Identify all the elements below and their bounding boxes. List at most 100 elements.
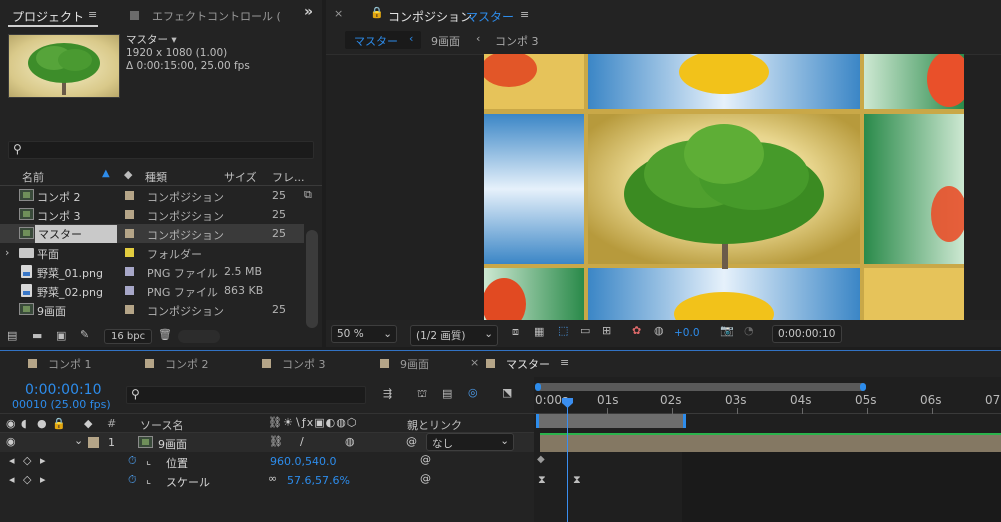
lock-icon[interactable]: 🔒 <box>370 6 384 19</box>
project-scrollbar[interactable] <box>306 230 318 328</box>
column-name[interactable]: 名前 <box>22 169 44 185</box>
motion-blur-switch-icon[interactable]: ◍ <box>345 435 355 448</box>
eye-icon[interactable]: ◉ <box>6 435 16 448</box>
prev-keyframe-icon[interactable]: ◂ <box>9 473 15 486</box>
timeline-timecode[interactable]: 0:00:00:10 <box>25 382 102 398</box>
eye-icon[interactable]: ◉ <box>6 417 16 430</box>
column-fr[interactable]: フレ... <box>272 169 305 185</box>
prev-keyframe-icon[interactable]: ◂ <box>9 454 15 467</box>
column-parent-link[interactable]: 親とリンク <box>407 417 462 433</box>
breadcrumb-item[interactable]: コンポ 3 <box>495 33 539 49</box>
expression-pickwhip-icon[interactable]: @ <box>420 453 431 466</box>
property-row-position[interactable]: ◂ ◇ ▸ ⏱ ⌞ 位置 960.0,540.0 @ <box>0 452 534 471</box>
list-item-selected[interactable]: マスター コンポジション 25 <box>0 224 304 243</box>
keyframe-icon[interactable]: ⧗ <box>573 473 581 487</box>
graph-editor-icon[interactable]: ⬔ <box>502 386 512 399</box>
add-keyframe-icon[interactable]: ◇ <box>23 454 31 467</box>
color-channels-icon[interactable]: ✿ <box>632 324 641 337</box>
label-color-swatch[interactable] <box>88 437 99 448</box>
interpret-footage-icon[interactable]: ▤ <box>7 329 17 342</box>
close-tab-icon[interactable]: × <box>334 7 343 20</box>
trash-icon[interactable]: 🗑 <box>158 328 172 341</box>
layer-name[interactable]: 9画面 <box>158 436 187 452</box>
sort-arrow-icon[interactable]: ▲ <box>102 168 110 179</box>
label-tag-icon[interactable]: ◆ <box>124 168 132 181</box>
stopwatch-icon[interactable]: ⏱ <box>128 473 137 487</box>
menu-icon[interactable]: ≡ <box>520 8 529 21</box>
new-folder-icon[interactable]: ▬ <box>32 329 42 342</box>
list-item[interactable]: 野菜_01.png PNG ファイル 2.5 MB <box>0 262 304 281</box>
list-item[interactable]: › 平面 フォルダー <box>0 243 304 262</box>
navigator-end-handle[interactable] <box>860 383 866 391</box>
property-row-scale[interactable]: ◂ ◇ ▸ ⏱ ⌞ スケール ∞ 57.6,57.6% @ <box>0 471 534 490</box>
region-of-interest-icon[interactable]: ▭ <box>580 324 590 337</box>
draft-3d-icon[interactable]: ⛫ <box>417 387 427 402</box>
timeline-search-input[interactable]: ⚲ <box>126 386 366 404</box>
list-item[interactable]: 9画面 コンポジション 25 <box>0 300 304 319</box>
constrain-proportions-icon[interactable]: ∞ <box>268 472 277 485</box>
breadcrumb-item[interactable]: 9画面 <box>431 33 460 49</box>
snapshot-camera-icon[interactable]: 📷 <box>720 324 734 337</box>
transparency-grid-icon[interactable]: ▦ <box>534 325 544 338</box>
close-tab-icon[interactable]: × <box>470 356 479 369</box>
stopwatch-icon[interactable]: ⏱ <box>128 454 137 468</box>
work-area-navigator[interactable] <box>535 383 866 391</box>
zoom-select[interactable]: 50 % ⌄ <box>331 325 397 343</box>
playhead[interactable] <box>567 398 568 522</box>
comp-canvas-image[interactable] <box>484 54 964 320</box>
color-management-icon[interactable]: ◍ <box>654 324 664 337</box>
list-item[interactable]: コンポ 3 コンポジション 25 <box>0 205 304 224</box>
property-value[interactable]: 57.6,57.6% <box>287 474 350 487</box>
parent-select[interactable]: なし ⌄ <box>426 433 514 451</box>
layer-row[interactable]: ◉ ⌄ 1 9画面 ⛓ ∕ ◍ @ なし ⌄ <box>0 433 534 452</box>
expand-panels-icon[interactable]: » <box>304 4 313 20</box>
graph-icon[interactable]: ⌞ <box>146 454 151 467</box>
next-keyframe-icon[interactable]: ▸ <box>40 454 46 467</box>
project-search-input[interactable]: ⚲ <box>8 141 314 159</box>
navigator-start-handle[interactable] <box>535 383 541 391</box>
property-value[interactable]: 960.0,540.0 <box>270 455 336 468</box>
keyframe-icon[interactable]: ◆ <box>537 454 545 465</box>
project-tab[interactable]: プロジェクト ≡ <box>8 5 98 27</box>
new-composition-icon[interactable]: ▣ <box>56 329 66 342</box>
flowchart-icon[interactable]: ⧉ <box>304 188 312 202</box>
lock-icon[interactable]: 🔒 <box>52 417 66 430</box>
audio-icon[interactable]: ◖ <box>21 417 27 430</box>
label-tag-icon[interactable]: ◆ <box>84 417 92 430</box>
add-keyframe-icon[interactable]: ◇ <box>23 473 31 486</box>
layer-duration-bar[interactable] <box>540 433 1001 452</box>
mask-visibility-icon[interactable]: ⬚ <box>558 324 568 337</box>
menu-icon[interactable]: ≡ <box>88 8 97 21</box>
frame-blending-icon[interactable]: ▤ <box>442 387 452 400</box>
switches-icon[interactable]: ⛓☀∖ƒx▣◐◍⬡ <box>268 416 357 429</box>
quality-switch-icon[interactable]: ∕ <box>300 435 304 448</box>
grid-guides-icon[interactable]: ⊞ <box>602 324 611 337</box>
pickwhip-icon[interactable]: @ <box>406 435 417 448</box>
expression-pickwhip-icon[interactable]: @ <box>420 472 431 485</box>
solo-icon[interactable]: ● <box>37 417 47 430</box>
dropdown-arrow-icon[interactable]: ▾ <box>171 34 176 46</box>
resolution-select[interactable]: (1/2 画質) ⌄ <box>410 325 498 346</box>
column-type[interactable]: 種類 <box>145 169 167 185</box>
list-item[interactable]: 野菜_02.png PNG ファイル 863 KB <box>0 281 304 300</box>
current-time-display[interactable]: 0:00:00:10 <box>772 325 842 343</box>
column-size[interactable]: サイズ <box>224 169 257 185</box>
expand-chevron-icon[interactable]: › <box>5 246 9 259</box>
exposure-value[interactable]: +0.0 <box>674 327 700 339</box>
menu-icon[interactable]: ≡ <box>560 356 569 369</box>
effect-controls-tab[interactable]: エフェクトコントロール ( <box>130 8 285 24</box>
list-item[interactable]: コンポ 2 コンポジション 25 <box>0 186 304 205</box>
motion-blur-icon[interactable]: ◎ <box>468 386 478 399</box>
bpc-button[interactable]: 16 bpc <box>104 329 153 344</box>
show-snapshot-icon[interactable]: ◔ <box>744 324 754 337</box>
work-area-bar[interactable] <box>536 414 686 428</box>
column-source-name[interactable]: ソース名 <box>140 417 183 433</box>
settings-brush-icon[interactable]: ✎ <box>80 328 89 341</box>
comp-tab[interactable]: × 🔒 コンポジション マスター ≡ <box>334 6 534 26</box>
comp-flowchart-icon[interactable]: ⇶ <box>383 387 392 400</box>
expand-chevron-icon[interactable]: ⌄ <box>74 434 83 447</box>
next-keyframe-icon[interactable]: ▸ <box>40 473 46 486</box>
thumbnail-transparency-toggle[interactable] <box>178 330 220 343</box>
keyframe-icon[interactable]: ⧗ <box>538 473 546 487</box>
fast-preview-icon[interactable]: ⧈ <box>512 325 519 339</box>
